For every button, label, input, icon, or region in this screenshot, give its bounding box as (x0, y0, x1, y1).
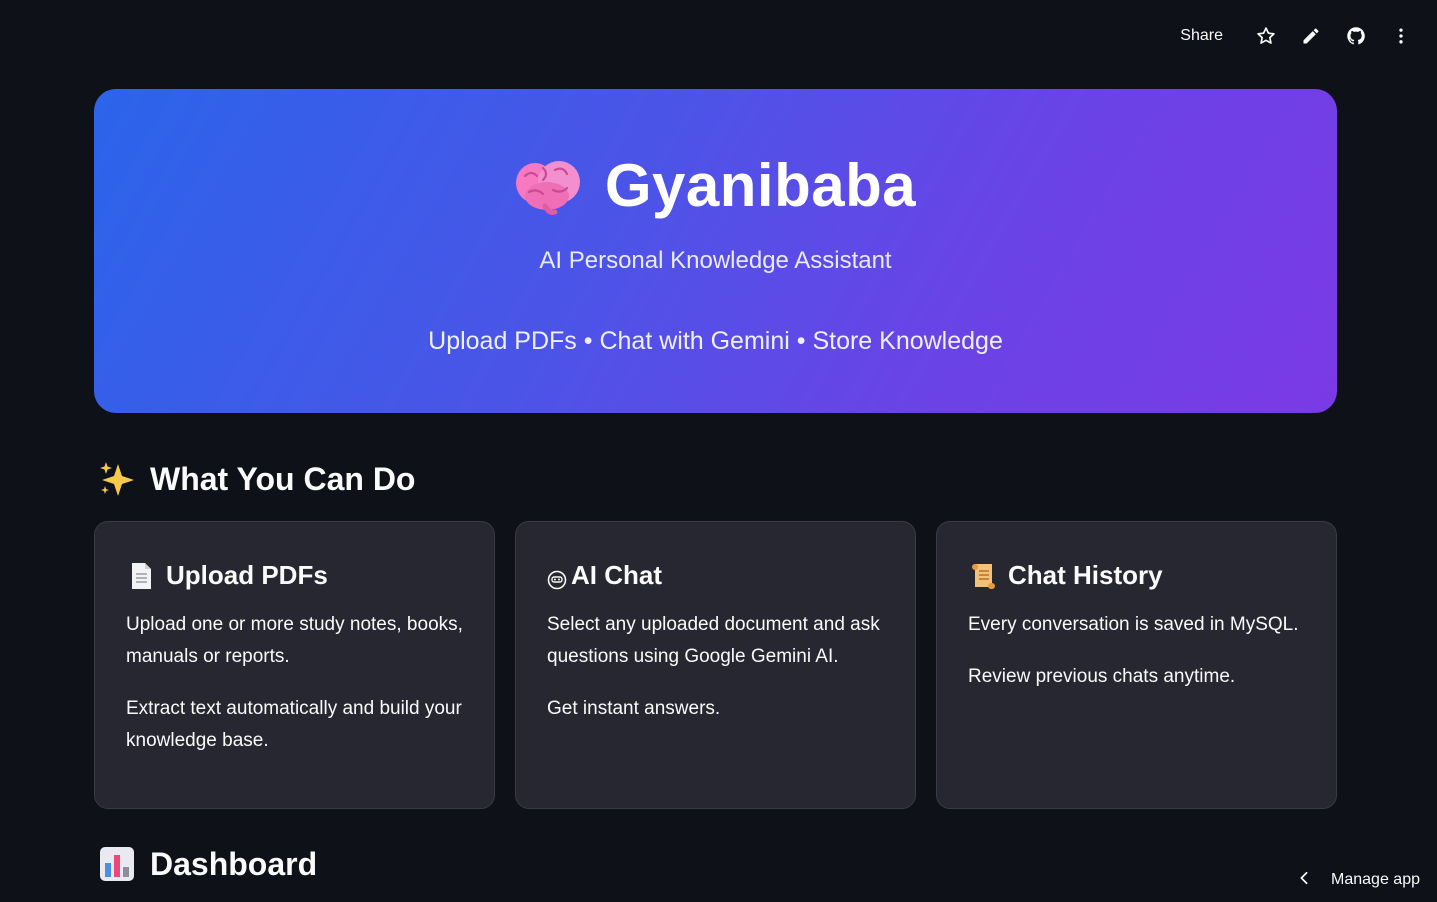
scroll-icon (968, 561, 998, 591)
document-icon (126, 561, 156, 591)
star-icon[interactable] (1243, 16, 1288, 56)
hero-title: Gyanibaba (604, 152, 917, 219)
github-icon[interactable] (1333, 16, 1378, 56)
card-title: AI Chat (571, 560, 662, 590)
card-title-row: Upload PDFs (126, 560, 463, 591)
card-title: Chat History (1008, 560, 1163, 590)
brain-icon (515, 156, 581, 216)
features-section-heading: What You Can Do (98, 460, 415, 498)
hero-banner: Gyanibaba AI Personal Knowledge Assistan… (94, 89, 1337, 413)
chevron-left-icon (1297, 871, 1311, 890)
sparkles-icon (98, 460, 136, 498)
share-button[interactable]: Share (1168, 19, 1235, 53)
hero-title-row: Gyanibaba (94, 151, 1337, 220)
dashboard-section-title: Dashboard (150, 845, 318, 882)
manage-app-button[interactable]: Manage app (1297, 864, 1420, 896)
pencil-icon[interactable] (1288, 16, 1333, 56)
feature-card-upload: Upload PDFs Upload one or more study not… (94, 521, 495, 809)
bar-chart-icon (98, 845, 136, 883)
feature-card-chat-history: Chat History Every conversation is saved… (936, 521, 1337, 809)
card-paragraph: Every conversation is saved in MySQL. (968, 614, 1299, 635)
manage-app-label: Manage app (1331, 871, 1420, 888)
top-toolbar: Share (1168, 0, 1437, 72)
card-paragraph: Extract text automatically and build you… (126, 698, 462, 751)
card-paragraph: Review previous chats anytime. (968, 666, 1236, 687)
features-section-title: What You Can Do (150, 460, 416, 497)
feature-card-ai-chat: AI Chat Select any uploaded document and… (515, 521, 916, 809)
dashboard-section-heading: Dashboard (98, 845, 317, 883)
card-title-row: AI Chat (547, 560, 884, 591)
hero-subtitle: AI Personal Knowledge Assistant (539, 247, 892, 274)
more-vertical-icon[interactable] (1378, 16, 1423, 56)
card-title: Upload PDFs (166, 560, 328, 590)
card-paragraph: Upload one or more study notes, books, m… (126, 614, 463, 667)
card-paragraph: Select any uploaded document and ask que… (547, 614, 880, 667)
robot-face-icon (547, 566, 567, 589)
card-title-row: Chat History (968, 560, 1305, 591)
card-paragraph: Get instant answers. (547, 698, 721, 719)
hero-tagline: Upload PDFs • Chat with Gemini • Store K… (428, 327, 1003, 355)
